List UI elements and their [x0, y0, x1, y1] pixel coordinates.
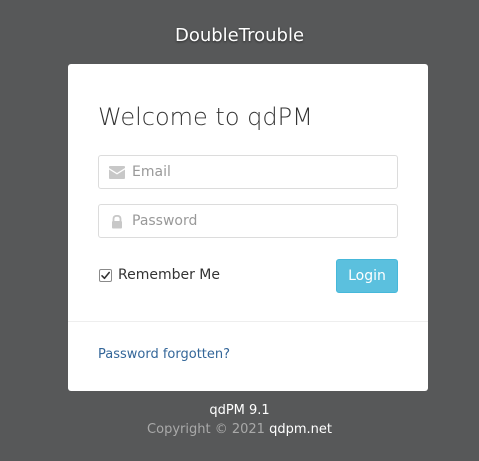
copyright-text: Copyright © 2021: [147, 422, 265, 437]
remember-me[interactable]: Remember Me: [99, 266, 220, 284]
email-field-wrapper: [98, 155, 398, 189]
password-field-wrapper: [98, 204, 398, 238]
card-divider: [68, 321, 428, 322]
checkmark-icon: [101, 271, 110, 279]
remember-me-checkbox[interactable]: [99, 268, 112, 282]
email-input[interactable]: [132, 156, 392, 188]
remember-me-label: Remember Me: [118, 267, 220, 283]
version-text: qdPM 9.1: [209, 403, 270, 418]
qdpm-link[interactable]: qdpm.net: [269, 422, 332, 437]
password-forgotten-link[interactable]: Password forgotten?: [98, 347, 230, 362]
login-button[interactable]: Login: [336, 259, 398, 293]
password-input[interactable]: [132, 205, 392, 237]
site-title: DoubleTrouble: [174, 25, 305, 46]
copyright: Copyright © 2021 qdpm.net: [0, 422, 479, 438]
lock-icon: [109, 214, 125, 229]
envelope-icon: [109, 165, 125, 179]
login-heading: Welcome to qdPM: [98, 103, 313, 131]
